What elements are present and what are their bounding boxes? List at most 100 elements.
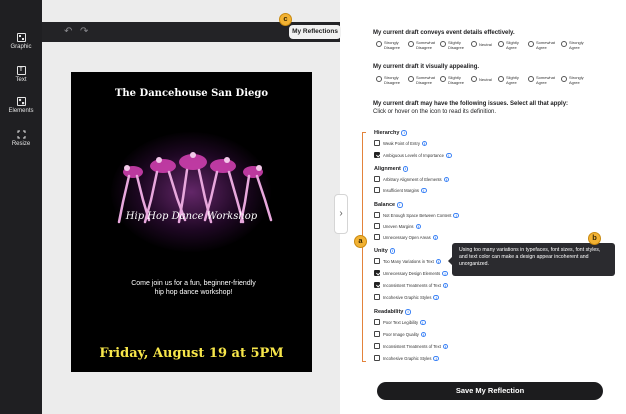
redo-button[interactable]: ↷ — [80, 26, 88, 37]
info-icon[interactable]: i — [421, 140, 428, 147]
info-icon[interactable]: i — [402, 166, 409, 172]
info-icon[interactable]: i — [397, 202, 403, 208]
info-icon[interactable]: i — [442, 343, 449, 350]
undo-button[interactable]: ↶ — [64, 26, 72, 37]
likert-label: Disagree — [416, 80, 433, 85]
likert-label: Disagree — [448, 45, 465, 50]
checkbox-checked[interactable] — [374, 282, 380, 288]
radio-icon — [471, 76, 477, 82]
radio-icon — [528, 41, 534, 47]
resize-icon — [17, 130, 26, 139]
info-icon[interactable]: i — [442, 282, 449, 289]
radio-icon — [561, 41, 567, 47]
checkbox[interactable] — [374, 294, 380, 300]
radio-icon — [440, 41, 446, 47]
category-label: Unity — [374, 248, 388, 255]
issue-label: Inconsistent Treatments of Text — [383, 343, 441, 349]
issue-label: Incohesive Graphic Styles — [383, 355, 432, 361]
rail-label-graphic: Graphic — [10, 44, 32, 50]
issue-label: Unnecessary Open Areas — [383, 234, 431, 240]
radio-icon — [498, 76, 504, 82]
category-unity: Unity i — [374, 248, 396, 255]
checkbox[interactable] — [374, 343, 380, 349]
info-icon[interactable]: i — [420, 319, 426, 326]
radio-icon — [408, 76, 414, 82]
radio-icon — [498, 41, 504, 47]
likert-label: Disagree — [416, 45, 433, 50]
graphic-icon — [16, 33, 26, 42]
poster-cta-text[interactable]: Come join us for a fun, beginner-friendl… — [131, 279, 256, 297]
category-alignment: Alignment i — [374, 166, 409, 173]
likert-scale-appealing: Strongly Disagree Somewhat Disagree Slight… — [376, 74, 626, 88]
poster-canvas[interactable]: The Dancehouse San Diego Hip Hop Dance W… — [71, 72, 312, 372]
info-icon[interactable]: i — [432, 234, 439, 241]
rail-item-elements[interactable]: Elements — [0, 97, 42, 114]
issue-label: Uneven Margins — [383, 223, 414, 229]
rail-item-graphic[interactable]: Graphic — [0, 33, 42, 50]
checkbox-checked[interactable] — [374, 270, 380, 276]
info-icon[interactable]: i — [420, 331, 427, 338]
info-icon[interactable]: i — [421, 187, 427, 194]
radio-icon — [528, 76, 534, 82]
likert-label: Disagree — [384, 80, 401, 85]
checkbox[interactable] — [374, 223, 380, 229]
radio-icon — [376, 41, 382, 47]
checkbox[interactable] — [374, 234, 380, 240]
info-icon[interactable]: i — [433, 294, 439, 301]
rail-item-text[interactable]: T Text — [0, 66, 42, 83]
radio-icon — [561, 76, 567, 82]
poster-workshop-title[interactable]: Hip Hop Dance Workshop — [71, 211, 312, 222]
info-icon[interactable]: i — [389, 248, 396, 254]
issue-label: Poor Text Legibility — [383, 319, 419, 325]
issue-label: Inconsistent Treatments of Text — [383, 282, 441, 288]
checkbox[interactable] — [374, 331, 380, 337]
category-balance: Balance i — [374, 202, 403, 208]
app-root: Graphic T Text Elements Resize ↶ ↷ My Re… — [0, 0, 626, 414]
info-icon[interactable]: i — [415, 223, 421, 230]
collapse-panel-button[interactable]: › — [334, 194, 348, 234]
issue-label: Weak Point of Entry — [383, 140, 420, 146]
info-icon[interactable]: i — [443, 176, 450, 183]
likert-label: Agree — [536, 80, 547, 85]
poster-date[interactable]: Friday, August 19 at 5PM — [71, 346, 312, 361]
info-icon[interactable]: i — [453, 212, 459, 219]
question-appealing: My current draft it visually appealing. — [373, 64, 480, 70]
checkbox[interactable] — [374, 176, 380, 182]
checkbox[interactable] — [374, 187, 380, 193]
issue-label: Insufficient Margins — [383, 187, 419, 193]
annotation-badge-b: b — [588, 232, 601, 245]
my-reflections-button[interactable]: My Reflections — [289, 25, 341, 39]
save-reflection-button[interactable]: Save My Reflection — [377, 382, 603, 400]
info-icon[interactable]: i — [446, 152, 452, 159]
checkbox[interactable] — [374, 258, 380, 264]
rail-label-text: Text — [15, 77, 27, 83]
tool-rail: Graphic T Text Elements Resize — [0, 0, 42, 414]
checkbox[interactable] — [374, 140, 380, 146]
category-label: Alignment — [374, 166, 401, 173]
likert-label: Agree — [569, 80, 580, 85]
checkbox[interactable] — [374, 319, 380, 325]
poster-title[interactable]: The Dancehouse San Diego — [71, 88, 312, 99]
likert-label: Disagree — [384, 45, 401, 50]
info-icon[interactable]: i — [435, 258, 442, 265]
annotation-badge-c: c — [279, 13, 292, 26]
checkbox[interactable] — [374, 355, 380, 361]
info-icon[interactable]: i — [442, 270, 448, 277]
question-conveys: My current draft conveys event details e… — [373, 30, 515, 36]
checkbox-checked[interactable] — [374, 152, 380, 158]
info-icon[interactable]: i — [405, 309, 411, 315]
rail-item-resize[interactable]: Resize — [0, 130, 42, 147]
info-icon[interactable]: i — [433, 355, 439, 362]
category-label: Hierarchy — [374, 130, 400, 137]
category-hierarchy: Hierarchy i — [374, 130, 407, 136]
rail-label-resize: Resize — [11, 141, 31, 147]
checkbox[interactable] — [374, 212, 380, 218]
issue-label: Ambiguous Levels of Importance — [383, 152, 444, 158]
issue-label: Incohesive Graphic Styles — [383, 294, 432, 300]
likert-label: Neutral — [479, 77, 492, 82]
issue-label: Too Many Variations in Text — [383, 258, 434, 264]
issue-label: Unnecessary Design Elements — [383, 270, 441, 276]
category-readability: Readability i — [374, 309, 411, 315]
likert-scale-conveys: Strongly Disagree Somewhat Disagree Slight… — [376, 39, 626, 53]
info-icon[interactable]: i — [401, 130, 407, 136]
